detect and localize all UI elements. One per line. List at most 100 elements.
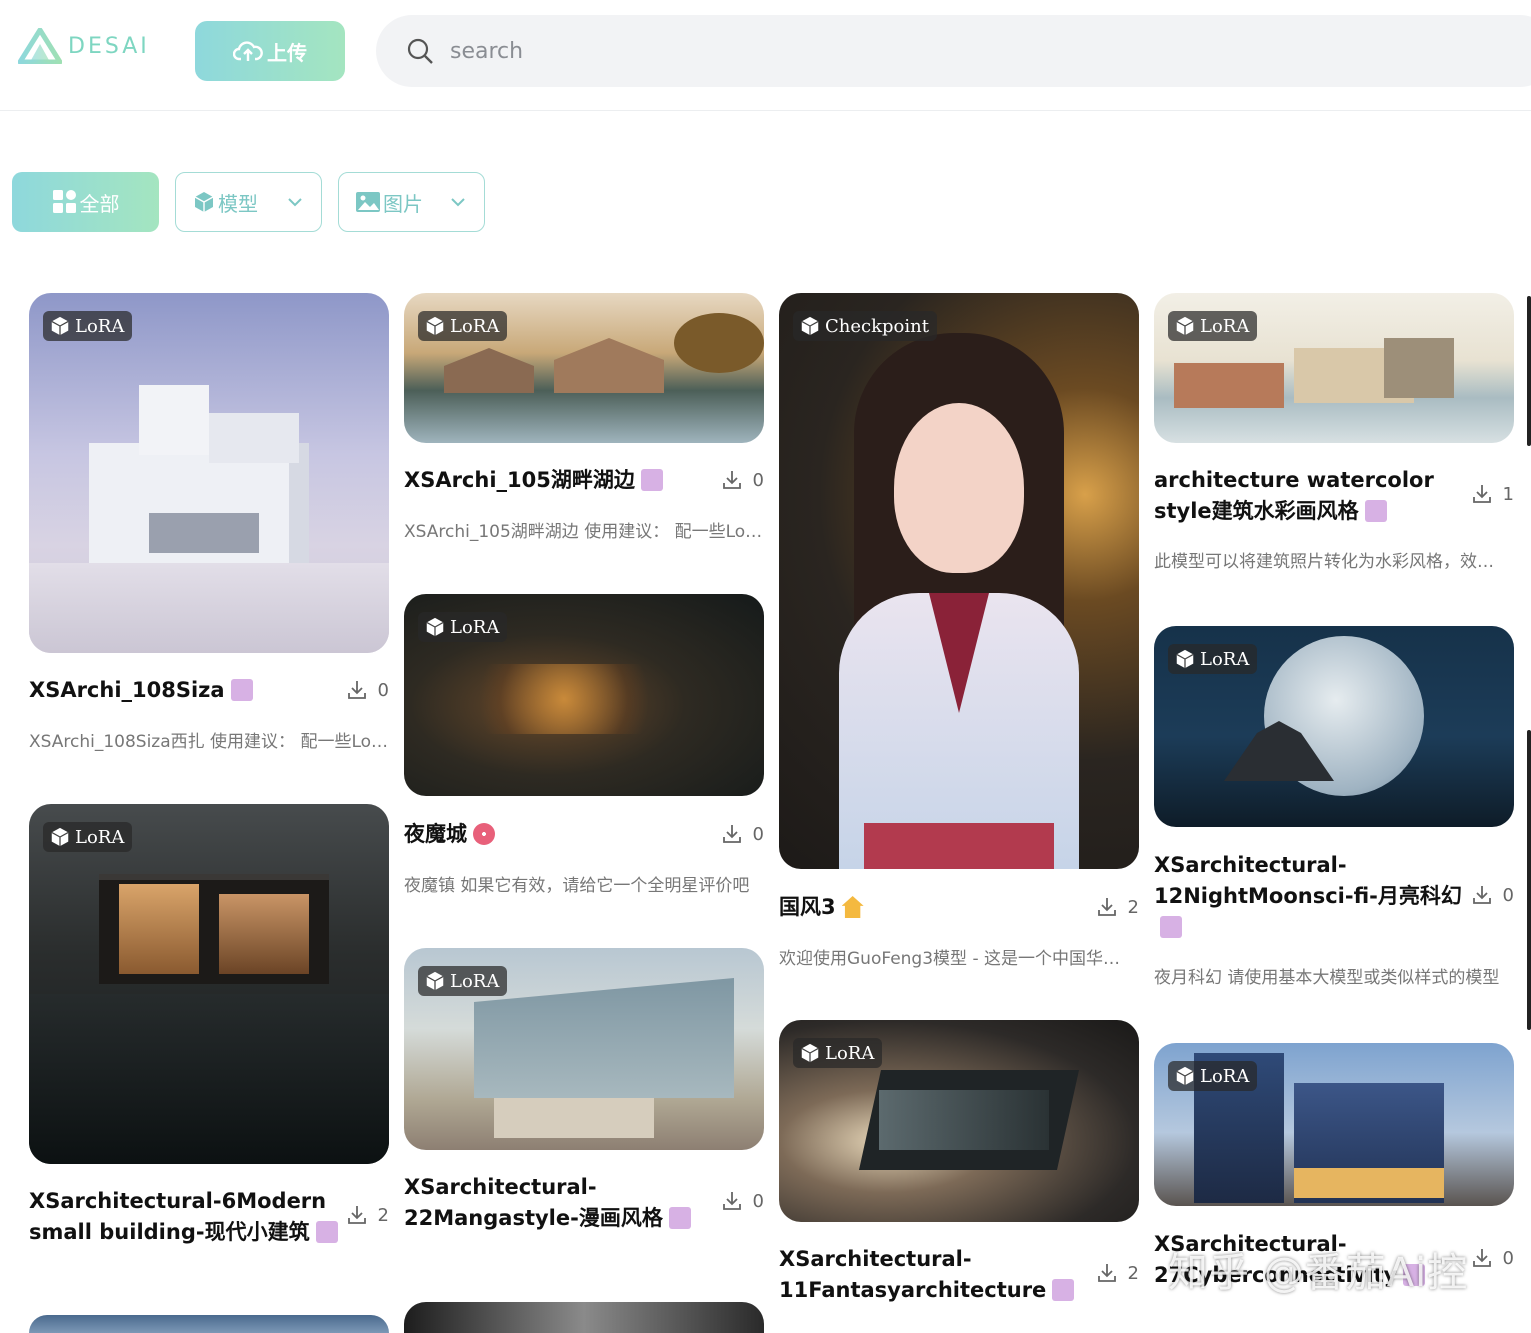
card-title[interactable]: XSarchitectural-12NightMoonsci-fi-月亮科幻 — [1154, 850, 1464, 943]
card-thumbnail[interactable]: LoRA — [1154, 626, 1514, 827]
card-thumbnail[interactable]: LoRA — [404, 948, 764, 1150]
download-icon[interactable] — [1471, 884, 1493, 906]
filter-image-dropdown[interactable]: 图片 — [338, 172, 485, 232]
chevron-down-icon — [288, 198, 302, 207]
card-thumbnail-partial[interactable] — [29, 1315, 389, 1333]
download-count: 2 — [1096, 1262, 1139, 1284]
grid-icon — [52, 190, 76, 213]
card-thumbnail[interactable]: LoRA — [779, 1020, 1139, 1222]
download-icon[interactable] — [1096, 1262, 1118, 1284]
download-icon[interactable] — [721, 823, 743, 845]
image-icon — [356, 192, 380, 212]
upload-button-label: 上传 — [267, 42, 307, 65]
card-title[interactable]: XSarchitectural-22Mangastyle-漫画风格 — [404, 1172, 714, 1234]
building-tag-icon — [1160, 916, 1182, 938]
download-icon[interactable] — [1096, 896, 1118, 918]
model-type-label: LoRA — [450, 970, 500, 992]
card-description: XSArchi_108Siza西扎 使用建议： 配一些LoRA使用 — [29, 732, 389, 752]
model-type-label: LoRA — [1200, 315, 1250, 337]
download-count: 0 — [721, 823, 764, 845]
card-title[interactable]: architecture watercolor style建筑水彩画风格 — [1154, 465, 1464, 527]
filter-bar: 全部 模型 图片 — [12, 172, 485, 232]
chevron-down-icon — [451, 198, 465, 207]
model-type-label: Checkpoint — [825, 315, 929, 337]
home-tag-icon — [841, 896, 864, 918]
model-card[interactable]: LoRA architecture watercolor style建筑水彩画风… — [1154, 293, 1514, 572]
model-type-label: LoRA — [75, 826, 125, 848]
card-title[interactable]: XSArchi_105湖畔湖边 — [404, 465, 704, 496]
card-description: 夜魔镇 如果它有效，请给它一个全明星评价吧 — [404, 876, 750, 896]
cube-icon — [194, 192, 214, 212]
building-tag-icon — [1052, 1279, 1075, 1301]
next-column-edge — [1527, 730, 1531, 1030]
download-icon[interactable] — [721, 1190, 743, 1212]
download-icon[interactable] — [346, 1204, 368, 1226]
upload-button[interactable]: 上传 — [195, 21, 345, 81]
model-type-badge: LoRA — [418, 612, 508, 642]
card-title[interactable]: XSArchi_108Siza — [29, 675, 329, 706]
model-type-label: LoRA — [450, 616, 500, 638]
download-icon[interactable] — [1471, 483, 1493, 505]
card-description: 夜月科幻 请使用基本大模型或类似样式的模型 — [1154, 968, 1500, 988]
cube-icon — [1176, 1066, 1194, 1086]
card-thumbnail-partial[interactable] — [404, 1302, 764, 1333]
download-count: 2 — [1096, 896, 1139, 918]
model-type-badge: LoRA — [418, 311, 508, 341]
search-input[interactable] — [450, 38, 1050, 64]
card-thumbnail[interactable]: Checkpoint — [779, 293, 1139, 869]
download-count: 0 — [1471, 1247, 1514, 1269]
card-thumbnail[interactable]: LoRA — [404, 594, 764, 796]
logo-mark-icon — [18, 28, 62, 64]
card-title[interactable]: 夜魔城 — [404, 819, 704, 850]
model-card[interactable]: LoRA XSarchitectural-12NightMoonsci-fi-月… — [1154, 626, 1514, 988]
card-title[interactable]: XSarchitectural-6Modern small building-现… — [29, 1186, 339, 1248]
model-type-label: LoRA — [75, 315, 125, 337]
model-card[interactable]: LoRA 夜魔城 0 夜魔镇 如果它有效，请给它一个全明星评价吧 — [404, 594, 764, 896]
card-thumbnail[interactable]: LoRA — [1154, 1043, 1514, 1206]
card-description: 此模型可以将建筑照片转化为水彩风格，效果很好 — [1154, 552, 1499, 572]
model-card[interactable]: LoRA XSarchitectural-6Modern small build… — [29, 804, 389, 1244]
cube-icon — [426, 617, 444, 637]
next-column-edge — [1527, 296, 1531, 446]
model-type-badge: LoRA — [1168, 311, 1258, 341]
model-card[interactable]: LoRA XSArchi_108Siza 0 XSArchi_108Siza西扎… — [29, 293, 389, 752]
card-title[interactable]: 国风3 — [779, 892, 1079, 923]
card-thumbnail[interactable]: LoRA — [1154, 293, 1514, 443]
model-type-badge: LoRA — [793, 1038, 883, 1068]
download-count: 1 — [1471, 483, 1514, 505]
card-description: 欢迎使用GuoFeng3模型 - 这是一个中国华丽古风风格模型 — [779, 949, 1124, 969]
cube-icon — [801, 316, 819, 336]
download-count: 2 — [346, 1204, 389, 1226]
search-bar[interactable] — [376, 15, 1531, 87]
model-card[interactable]: LoRA XSarchitectural-11Fantasyarchitectu… — [779, 1020, 1139, 1302]
building-tag-icon — [668, 1207, 691, 1229]
building-tag-icon — [640, 469, 663, 491]
watermark-text: 知乎 @番茄Ai控 — [1168, 1250, 1469, 1296]
card-title[interactable]: XSarchitectural-11Fantasyarchitecture — [779, 1244, 1089, 1306]
card-thumbnail[interactable]: LoRA — [404, 293, 764, 443]
download-count: 0 — [1471, 884, 1514, 906]
model-type-label: LoRA — [450, 315, 500, 337]
model-type-badge: LoRA — [43, 311, 133, 341]
model-type-badge: Checkpoint — [793, 311, 937, 341]
card-thumbnail[interactable]: LoRA — [29, 804, 389, 1164]
download-icon[interactable] — [1471, 1247, 1493, 1269]
card-description: XSArchi_105湖畔湖边 使用建议： 配一些LoRA使用 — [404, 522, 764, 542]
card-thumbnail[interactable]: LoRA — [29, 293, 389, 653]
download-icon[interactable] — [346, 679, 368, 701]
download-icon[interactable] — [721, 469, 743, 491]
filter-all-button[interactable]: 全部 — [12, 172, 159, 232]
model-type-badge: LoRA — [43, 822, 133, 852]
logo[interactable]: DESAI — [18, 28, 150, 64]
cube-icon — [51, 316, 69, 336]
model-card[interactable]: LoRA XSarchitectural-22Mangastyle-漫画风格 0 — [404, 948, 764, 1230]
search-icon — [407, 38, 433, 64]
filter-all-label: 全部 — [79, 191, 120, 216]
model-card[interactable]: LoRA XSarchitectural-27Cyberconnectivity… — [1154, 1043, 1514, 1287]
cube-icon — [426, 971, 444, 991]
filter-model-dropdown[interactable]: 模型 — [175, 172, 322, 232]
model-card[interactable]: Checkpoint 国风3 2 欢迎使用GuoFeng3模型 - 这是一个中国… — [779, 293, 1139, 969]
model-card[interactable]: LoRA XSArchi_105湖畔湖边 0 XSArchi_105湖畔湖边 使… — [404, 293, 764, 542]
download-count: 0 — [721, 469, 764, 491]
download-count: 0 — [721, 1190, 764, 1212]
